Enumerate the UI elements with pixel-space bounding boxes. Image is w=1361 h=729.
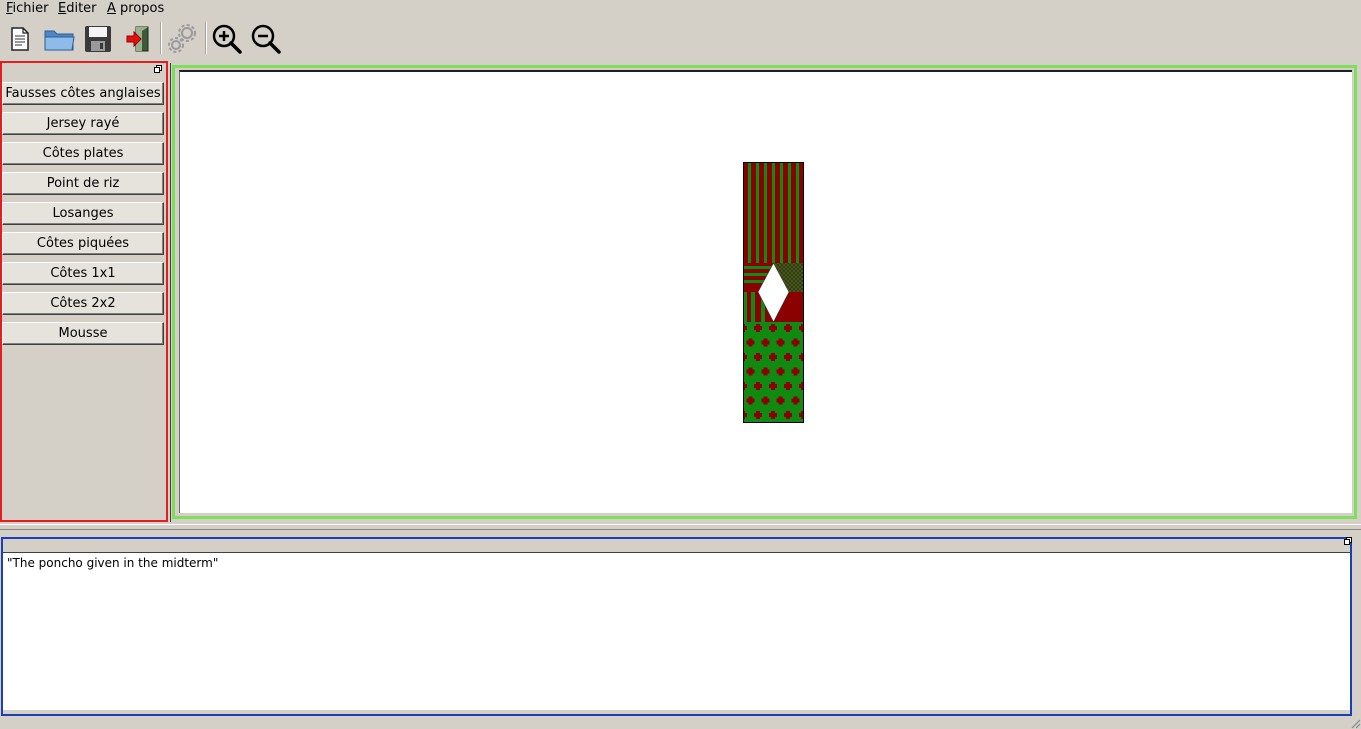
menu-fichier[interactable]: Fichier — [6, 1, 49, 16]
description-text: "The poncho given in the midterm" — [7, 556, 219, 570]
open-button[interactable] — [42, 20, 78, 58]
menu-editer[interactable]: Editer — [58, 1, 97, 16]
open-folder-icon — [44, 30, 75, 51]
exit-icon — [126, 26, 149, 52]
description-dock: "The poncho given in the midterm" — [1, 537, 1352, 716]
stitch-button-point-de-riz[interactable]: Point de riz — [2, 172, 164, 195]
exit-button[interactable] — [120, 20, 156, 58]
stitch-button-losanges[interactable]: Losanges — [2, 202, 164, 225]
menu-bar: Fichier Editer A propos — [0, 0, 1361, 18]
stitch-button-jersey-raye[interactable]: Jersey rayé — [2, 112, 164, 135]
zoom-out-button[interactable] — [248, 20, 284, 58]
toolbar — [0, 18, 1361, 60]
zoom-in-button[interactable] — [209, 20, 245, 58]
description-text-area[interactable]: "The poncho given in the midterm" — [3, 552, 1350, 710]
stitch-button-mousse[interactable]: Mousse — [2, 322, 164, 345]
settings-gears-icon — [168, 24, 196, 53]
stripes-block — [743, 162, 804, 263]
float-dock-icon[interactable] — [1344, 537, 1352, 545]
stitch-button-fausses-cotes-anglaises[interactable]: Fausses côtes anglaises — [2, 82, 164, 105]
toolbar-separator — [205, 22, 207, 54]
diamond-block — [743, 262, 804, 323]
toolbar-separator — [160, 22, 162, 54]
stitch-button-cotes-1x1[interactable]: Côtes 1x1 — [2, 262, 164, 285]
stitch-button-cotes-piquees[interactable]: Côtes piquées — [2, 232, 164, 255]
dots-block — [743, 322, 804, 423]
stitch-button-cotes-2x2[interactable]: Côtes 2x2 — [2, 292, 164, 315]
new-document-button[interactable] — [2, 20, 38, 58]
resize-grip-icon[interactable] — [1349, 717, 1361, 729]
float-dock-icon[interactable] — [154, 65, 162, 73]
new-document-icon — [11, 27, 29, 51]
menu-a-propos[interactable]: A propos — [107, 1, 164, 16]
poncho-pattern[interactable] — [743, 162, 804, 423]
save-button[interactable] — [80, 20, 116, 58]
dock-splitter[interactable] — [0, 524, 1361, 530]
zoom-in-icon — [212, 24, 242, 54]
save-icon — [85, 26, 111, 52]
description-dock-titlebar — [3, 539, 1350, 550]
zoom-out-icon — [251, 24, 281, 54]
stitch-list: Fausses côtes anglaises Jersey rayé Côte… — [2, 82, 166, 352]
stitch-palette-dock: Fausses côtes anglaises Jersey rayé Côte… — [0, 61, 168, 522]
settings-button[interactable] — [164, 20, 200, 58]
stitch-button-cotes-plates[interactable]: Côtes plates — [2, 142, 164, 165]
